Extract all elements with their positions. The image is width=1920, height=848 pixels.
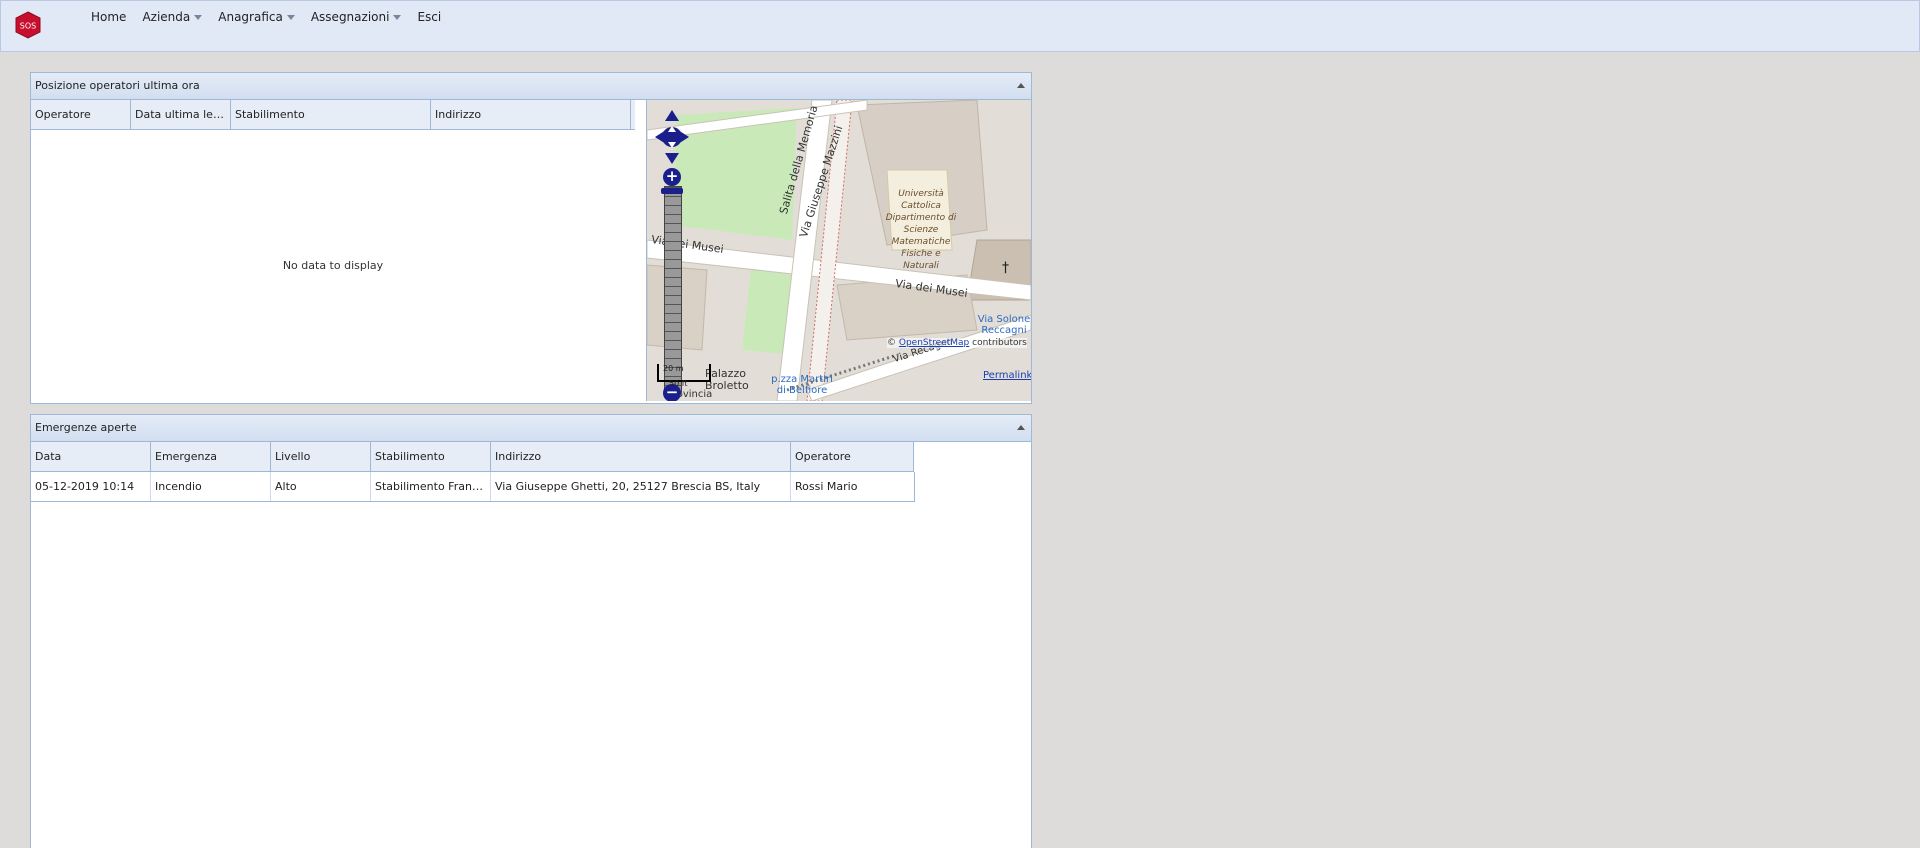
attribution-prefix: © <box>887 338 896 348</box>
menu-item-label: Assegnazioni <box>310 10 390 24</box>
empty-grid-message: No data to display <box>282 259 384 272</box>
permalink-link[interactable]: Permalink <box>983 370 1031 381</box>
collapse-icon[interactable] <box>1017 83 1025 88</box>
sos-logo-icon[interactable]: SOS <box>13 11 43 39</box>
poi-label: Via Solone Reccagni <box>977 314 1031 336</box>
panel-title: Emergenze aperte <box>35 421 137 434</box>
menu-item-esci[interactable]: Esci <box>409 10 449 24</box>
collapse-icon[interactable] <box>1017 425 1025 430</box>
poi-label: p.zza Martiri di Belfiore <box>771 374 833 396</box>
cell-stabilimento: Stabilimento Franci... <box>371 472 491 501</box>
menu-item-assegnazioni[interactable]: Assegnazioni <box>303 10 410 24</box>
logo-text: SOS <box>20 22 36 31</box>
cell-data: 05-12-2019 10:14 <box>31 472 151 501</box>
menu-item-label: Esci <box>417 10 442 24</box>
cell-emergenza: Incendio <box>151 472 271 501</box>
open-emergencies-panel: Emergenze aperte Data Emergenza Livello … <box>30 414 1032 848</box>
menu-item-azienda[interactable]: Azienda <box>134 10 210 24</box>
column-header-data[interactable]: Data <box>31 442 151 471</box>
map-view[interactable]: † Via dei Musei Via dei Musei Via Giusep… <box>646 100 1031 401</box>
cell-operatore: Rossi Mario <box>795 480 858 493</box>
chevron-down-icon <box>286 15 295 20</box>
emergencies-grid-header: Data Emergenza Livello Stabilimento Indi… <box>31 442 914 472</box>
table-row[interactable]: 05-12-2019 10:14 Incendio Alto Stabilime… <box>31 472 915 502</box>
panel-header: Emergenze aperte <box>31 415 1031 442</box>
column-header-operatore[interactable]: Operatore <box>31 100 131 129</box>
pan-control-icon[interactable] <box>653 108 691 166</box>
chevron-down-icon <box>194 15 203 20</box>
attribution-suffix: contributors <box>972 338 1027 348</box>
operators-position-panel: Posizione operatori ultima ora Operatore… <box>30 72 1032 404</box>
scale-label: 20 m <box>663 364 684 373</box>
column-header-stabilimento[interactable]: Stabilimento <box>231 100 431 129</box>
operators-grid-header: Operatore Data ultima lett... Stabilimen… <box>31 100 635 130</box>
column-header-livello[interactable]: Livello <box>271 442 371 471</box>
menu-item-label: Anagrafica <box>218 10 283 24</box>
poi-label: Università Cattolica Dipartimento di Sci… <box>885 189 957 271</box>
column-header-indirizzo[interactable]: Indirizzo <box>491 442 791 471</box>
zoom-slider-handle[interactable] <box>661 188 683 194</box>
chevron-down-icon <box>393 15 402 20</box>
panel-header: Posizione operatori ultima ora <box>31 73 1031 100</box>
column-header-operatore[interactable]: Operatore <box>791 442 914 471</box>
svg-text:†: † <box>1002 260 1009 276</box>
map-attribution: © OpenStreetMap contributors <box>887 338 1027 348</box>
top-navigation-bar: SOS Home Azienda Anagrafica Assegnazioni… <box>0 0 1920 52</box>
menu-item-home[interactable]: Home <box>83 10 134 24</box>
column-header-stabilimento[interactable]: Stabilimento <box>371 442 491 471</box>
panel-title: Posizione operatori ultima ora <box>35 79 200 92</box>
zoom-in-button[interactable]: + <box>663 168 681 186</box>
menu-item-label: Azienda <box>142 10 191 24</box>
cell-livello: Alto <box>271 472 371 501</box>
zoom-slider-track[interactable] <box>664 186 682 392</box>
column-header-data-ultima-lettura[interactable]: Data ultima lett... <box>131 100 231 129</box>
column-header-indirizzo[interactable]: Indirizzo <box>431 100 631 129</box>
scale-label-ft: 50 ft <box>669 379 688 388</box>
menu-item-anagrafica[interactable]: Anagrafica <box>210 10 303 24</box>
menu-item-label: Home <box>91 10 127 24</box>
cell-indirizzo: Via Giuseppe Ghetti, 20, 25127 Brescia B… <box>491 472 791 501</box>
column-header-emergenza[interactable]: Emergenza <box>151 442 271 471</box>
main-menu: Home Azienda Anagrafica Assegnazioni Esc… <box>83 10 449 24</box>
poi-label: Palazzo Broletto <box>705 367 749 392</box>
openstreetmap-link[interactable]: OpenStreetMap <box>899 338 969 348</box>
